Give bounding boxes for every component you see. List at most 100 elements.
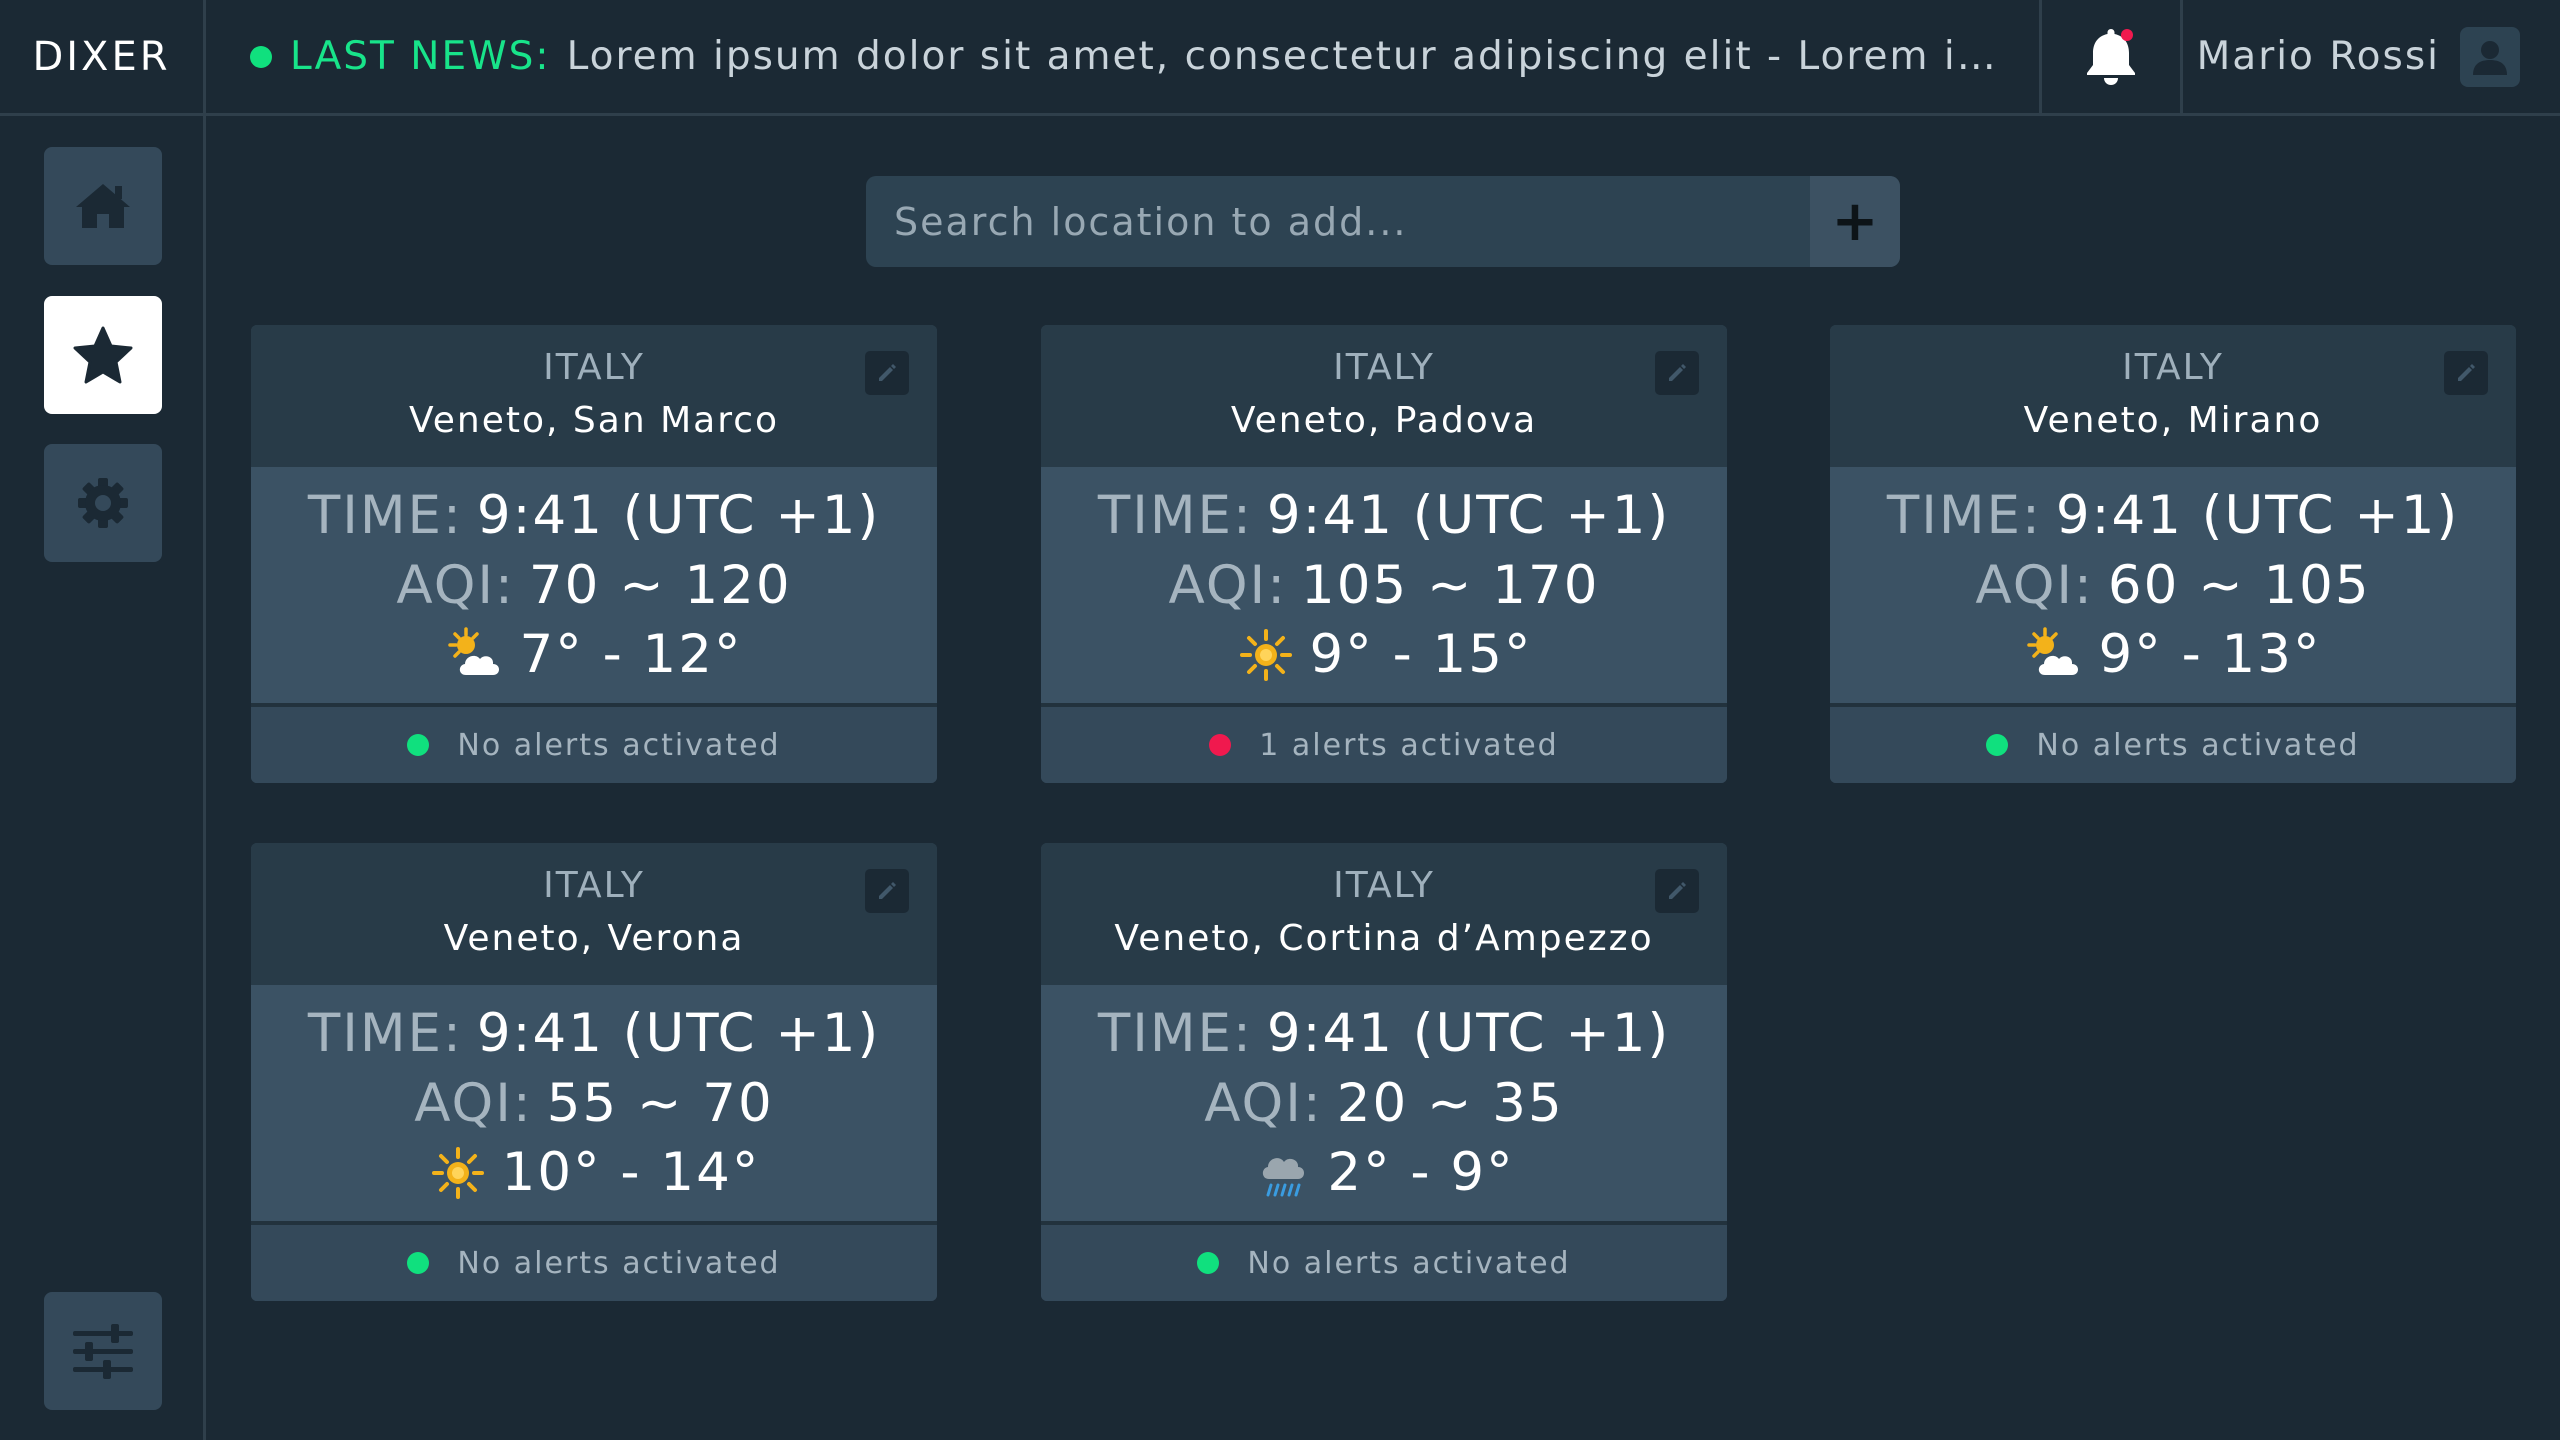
card-body: TIME: 9:41 (UTC +1) AQI: 55 ~ 70 10° - 14° [251,985,937,1221]
aqi-value: 60 ~ 105 [2107,555,2371,616]
card-weather-row: 7° - 12° [251,621,937,689]
partly-cloudy-icon [446,625,506,685]
user-icon [2473,40,2507,75]
card-place: Veneto, Verona [443,918,745,959]
temperature-range: 9° - 15° [1309,624,1533,685]
time-key: TIME: [307,485,463,546]
notification-dot [2121,28,2133,41]
card-body: TIME: 9:41 (UTC +1) AQI: 105 ~ 170 9° - 15… [1041,467,1727,703]
aqi-value: 55 ~ 70 [546,1073,774,1134]
edit-card-button[interactable] [1655,869,1699,913]
card-time-row: TIME: 9:41 (UTC +1) [1830,481,2516,551]
home-icon [76,184,130,228]
avatar[interactable] [2460,26,2520,87]
rain-cloud-icon [1253,1143,1313,1203]
card-place: Veneto, San Marco [408,400,780,441]
top-bar: DIXER LAST NEWS: Lorem ipsum dolor sit a… [0,0,2560,116]
time-value: 9:41 (UTC +1) [1266,1003,1671,1064]
time-key: TIME: [1097,485,1253,546]
brand-logo[interactable]: DIXER [0,0,206,113]
card-alerts[interactable]: 1 alerts activated [1041,707,1727,783]
alert-status-dot [1209,734,1232,756]
add-location-button[interactable]: + [1810,176,1900,267]
alert-status-text: No alerts activated [2036,727,2360,763]
card-time-row: TIME: 9:41 (UTC +1) [251,999,937,1069]
card-weather-row: 10° - 14° [251,1139,937,1207]
card-time-row: TIME: 9:41 (UTC +1) [251,481,937,551]
news-ticker[interactable]: LAST NEWS: Lorem ipsum dolor sit amet, c… [206,0,2042,113]
card-header: ITALY Veneto, Verona [251,843,937,985]
card-header: ITALY Veneto, Mirano [1830,325,2516,467]
location-card[interactable]: ITALY Veneto, San Marco TIME: 9:41 (UTC +… [251,325,937,783]
card-aqi-row: AQI: 20 ~ 35 [1041,1069,1727,1139]
card-aqi-row: AQI: 55 ~ 70 [251,1069,937,1139]
aqi-key: AQI: [1975,555,2094,616]
edit-card-button[interactable] [865,869,909,913]
edit-card-button[interactable] [2444,351,2488,395]
aqi-key: AQI: [396,555,515,616]
sidebar [0,116,206,1440]
sidebar-item-filters[interactable] [44,1292,162,1410]
bell-icon [2087,28,2135,85]
card-header: ITALY Veneto, Cortina d’Ampezzo [1041,843,1727,985]
aqi-value: 105 ~ 170 [1301,555,1600,616]
card-alerts[interactable]: No alerts activated [1041,1225,1727,1301]
time-value: 9:41 (UTC +1) [476,485,881,546]
card-weather-row: 9° - 13° [1830,621,2516,689]
notifications-button[interactable] [2042,0,2183,113]
star-icon [73,326,133,384]
aqi-key: AQI: [414,1073,533,1134]
card-country: ITALY [543,347,645,388]
time-key: TIME: [307,1003,463,1064]
card-body: TIME: 9:41 (UTC +1) AQI: 70 ~ 120 7° - 12° [251,467,937,703]
card-country: ITALY [2122,347,2224,388]
card-place: Veneto, Mirano [2023,400,2323,441]
alert-status-text: 1 alerts activated [1259,727,1559,763]
alert-status-dot [1197,1252,1220,1274]
sidebar-item-home[interactable] [44,147,162,265]
temperature-range: 10° - 14° [501,1142,761,1203]
sun-icon [428,1143,488,1203]
sidebar-item-favorites[interactable] [44,296,162,414]
card-place: Veneto, Cortina d’Ampezzo [1114,918,1654,959]
aqi-value: 20 ~ 35 [1336,1073,1564,1134]
card-alerts[interactable]: No alerts activated [251,1225,937,1301]
card-body: TIME: 9:41 (UTC +1) AQI: 20 ~ 35 2° - 9° [1041,985,1727,1221]
card-aqi-row: AQI: 70 ~ 120 [251,551,937,621]
card-header: ITALY Veneto, San Marco [251,325,937,467]
card-country: ITALY [1333,865,1435,906]
temperature-range: 7° - 12° [519,624,743,685]
pencil-icon [2458,364,2475,381]
location-search: + [866,176,1900,267]
card-country: ITALY [1333,347,1435,388]
alert-status-dot [407,734,430,756]
card-aqi-row: AQI: 105 ~ 170 [1041,551,1727,621]
card-header: ITALY Veneto, Padova [1041,325,1727,467]
search-input[interactable] [866,176,1810,267]
alert-status-text: No alerts activated [457,1245,781,1281]
pencil-icon [1669,364,1686,381]
news-live-dot [250,45,272,68]
time-value: 9:41 (UTC +1) [2055,485,2460,546]
alert-status-dot [1986,734,2009,756]
card-time-row: TIME: 9:41 (UTC +1) [1041,481,1727,551]
sidebar-item-settings[interactable] [44,444,162,562]
location-card[interactable]: ITALY Veneto, Cortina d’Ampezzo TIME: 9:4… [1041,843,1727,1301]
alert-status-text: No alerts activated [457,727,781,763]
edit-card-button[interactable] [865,351,909,395]
card-weather-row: 2° - 9° [1041,1139,1727,1207]
location-card[interactable]: ITALY Veneto, Verona TIME: 9:41 (UTC +1) … [251,843,937,1301]
aqi-value: 70 ~ 120 [528,555,792,616]
card-alerts[interactable]: No alerts activated [1830,707,2516,783]
user-menu[interactable]: Mario Rossi [2183,0,2560,113]
news-label: LAST NEWS: [290,34,551,79]
news-text: Lorem ipsum dolor sit amet, consectetur … [566,34,1999,79]
gear-icon [78,478,128,528]
edit-card-button[interactable] [1655,351,1699,395]
time-value: 9:41 (UTC +1) [1266,485,1671,546]
location-card[interactable]: ITALY Veneto, Mirano TIME: 9:41 (UTC +1) … [1830,325,2516,783]
pencil-icon [879,882,896,899]
card-weather-row: 9° - 15° [1041,621,1727,689]
card-alerts[interactable]: No alerts activated [251,707,937,783]
location-card[interactable]: ITALY Veneto, Padova TIME: 9:41 (UTC +1) … [1041,325,1727,783]
